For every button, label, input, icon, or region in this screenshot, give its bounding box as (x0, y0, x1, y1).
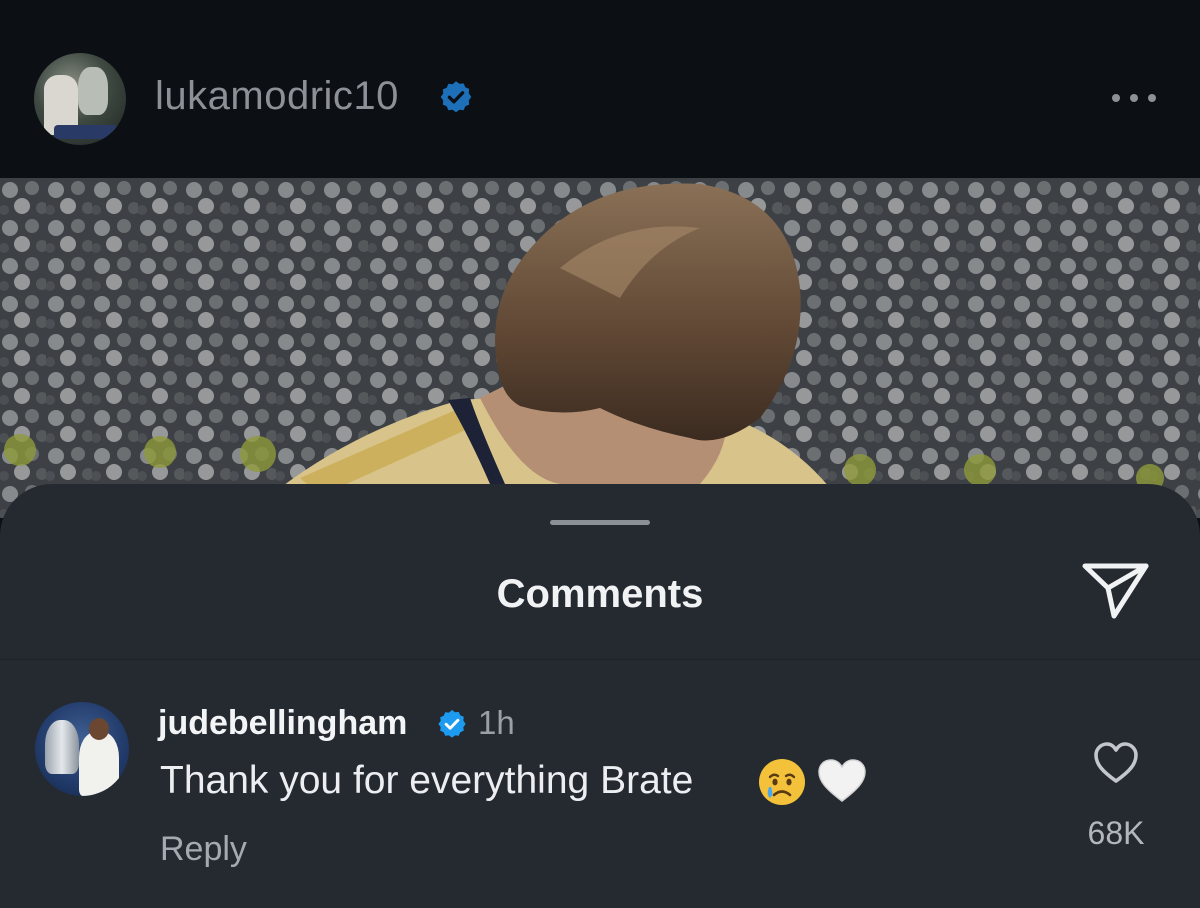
post-photo[interactable] (0, 178, 1200, 518)
reply-button[interactable]: Reply (160, 830, 247, 869)
more-horizontal-icon[interactable] (1106, 88, 1162, 108)
paper-plane-icon[interactable] (1080, 558, 1150, 622)
comment-timestamp: 1h (478, 704, 515, 741)
heart-like-icon[interactable] (1092, 740, 1140, 786)
photo-illustration (0, 178, 1200, 518)
instagram-post-screen: lukamodric10 Comments judebellingham 1h … (0, 0, 1200, 908)
commenter-avatar[interactable] (35, 702, 129, 796)
avatar-figure (79, 732, 119, 796)
avatar-trophy (45, 720, 79, 774)
post-header: lukamodric10 (0, 0, 1200, 180)
sheet-grabber[interactable] (550, 520, 650, 525)
verified-badge-icon (440, 81, 472, 113)
sheet-divider (0, 659, 1200, 660)
like-count: 68K (1087, 815, 1145, 851)
crying-face-icon (759, 759, 805, 805)
verified-badge-icon (438, 710, 466, 738)
avatar-figure (54, 125, 118, 139)
post-author-username[interactable]: lukamodric10 (155, 74, 399, 119)
avatar-figure (89, 718, 109, 740)
comment-text: Thank you for everything Brate (160, 759, 694, 802)
sheet-title: Comments (496, 572, 704, 616)
white-heart-icon (818, 759, 866, 802)
post-author-avatar[interactable] (34, 53, 126, 145)
avatar-figure (78, 67, 108, 115)
commenter-username[interactable]: judebellingham (158, 704, 407, 743)
